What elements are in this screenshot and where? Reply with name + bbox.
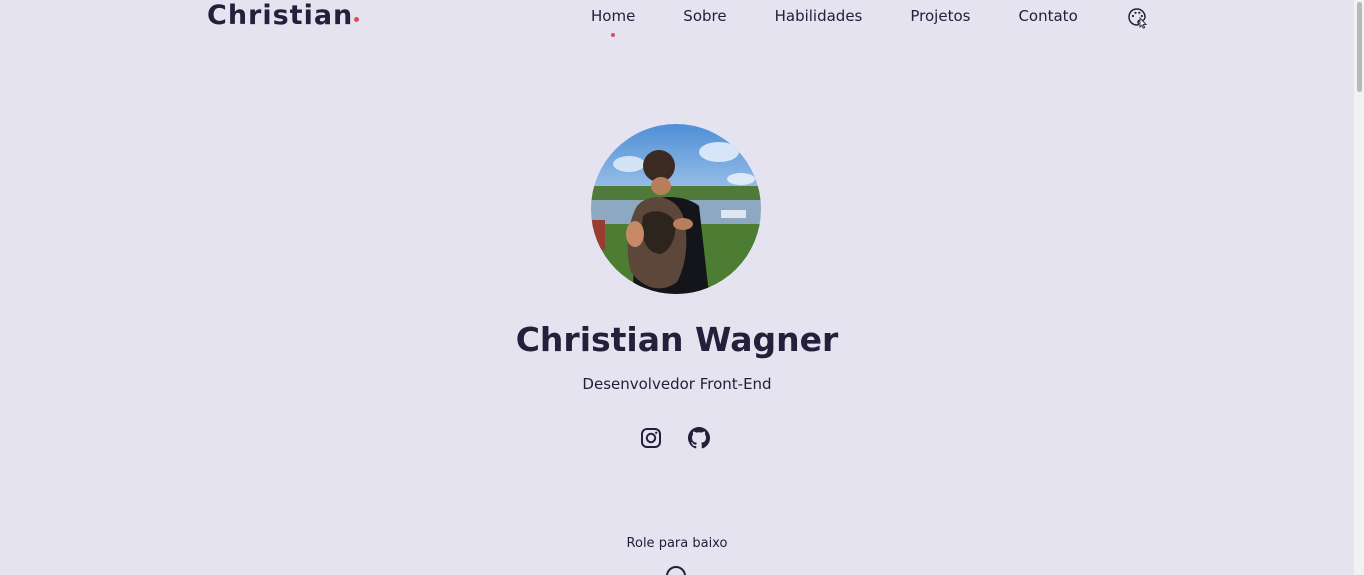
nav-item-sobre[interactable]: Sobre (683, 6, 726, 26)
logo[interactable]: Christian (207, 0, 360, 32)
logo-dot (354, 17, 360, 22)
scroll-down-label[interactable]: Role para baixo (0, 535, 1354, 553)
main-nav: Home Sobre Habilidades Projetos Contato (591, 6, 1078, 37)
github-link[interactable] (688, 427, 710, 449)
nav-item-habilidades[interactable]: Habilidades (775, 6, 863, 26)
avatar-photo (591, 124, 761, 294)
hero-subtitle: Desenvolvedor Front-End (582, 375, 772, 393)
avatar (591, 124, 761, 294)
mouse-icon-graphic (666, 566, 686, 575)
theme-toggle-button[interactable] (1127, 7, 1149, 29)
page-scrollbar[interactable] (1354, 0, 1364, 575)
mouse-icon[interactable] (665, 566, 687, 575)
hero-name: Christian Wagner (515, 320, 839, 359)
social-links (640, 427, 710, 449)
instagram-icon (641, 428, 661, 448)
scrollbar-thumb[interactable] (1357, 2, 1362, 92)
nav-item-home[interactable]: Home (591, 6, 635, 37)
nav-item-contato[interactable]: Contato (1018, 6, 1077, 26)
page: Christian Home Sobre Habilidades Projeto… (0, 0, 1364, 575)
palette-icon (1128, 8, 1148, 29)
instagram-link[interactable] (640, 427, 662, 449)
github-icon (688, 427, 710, 449)
nav-item-projetos[interactable]: Projetos (910, 6, 970, 26)
logo-text: Christian (207, 0, 354, 31)
